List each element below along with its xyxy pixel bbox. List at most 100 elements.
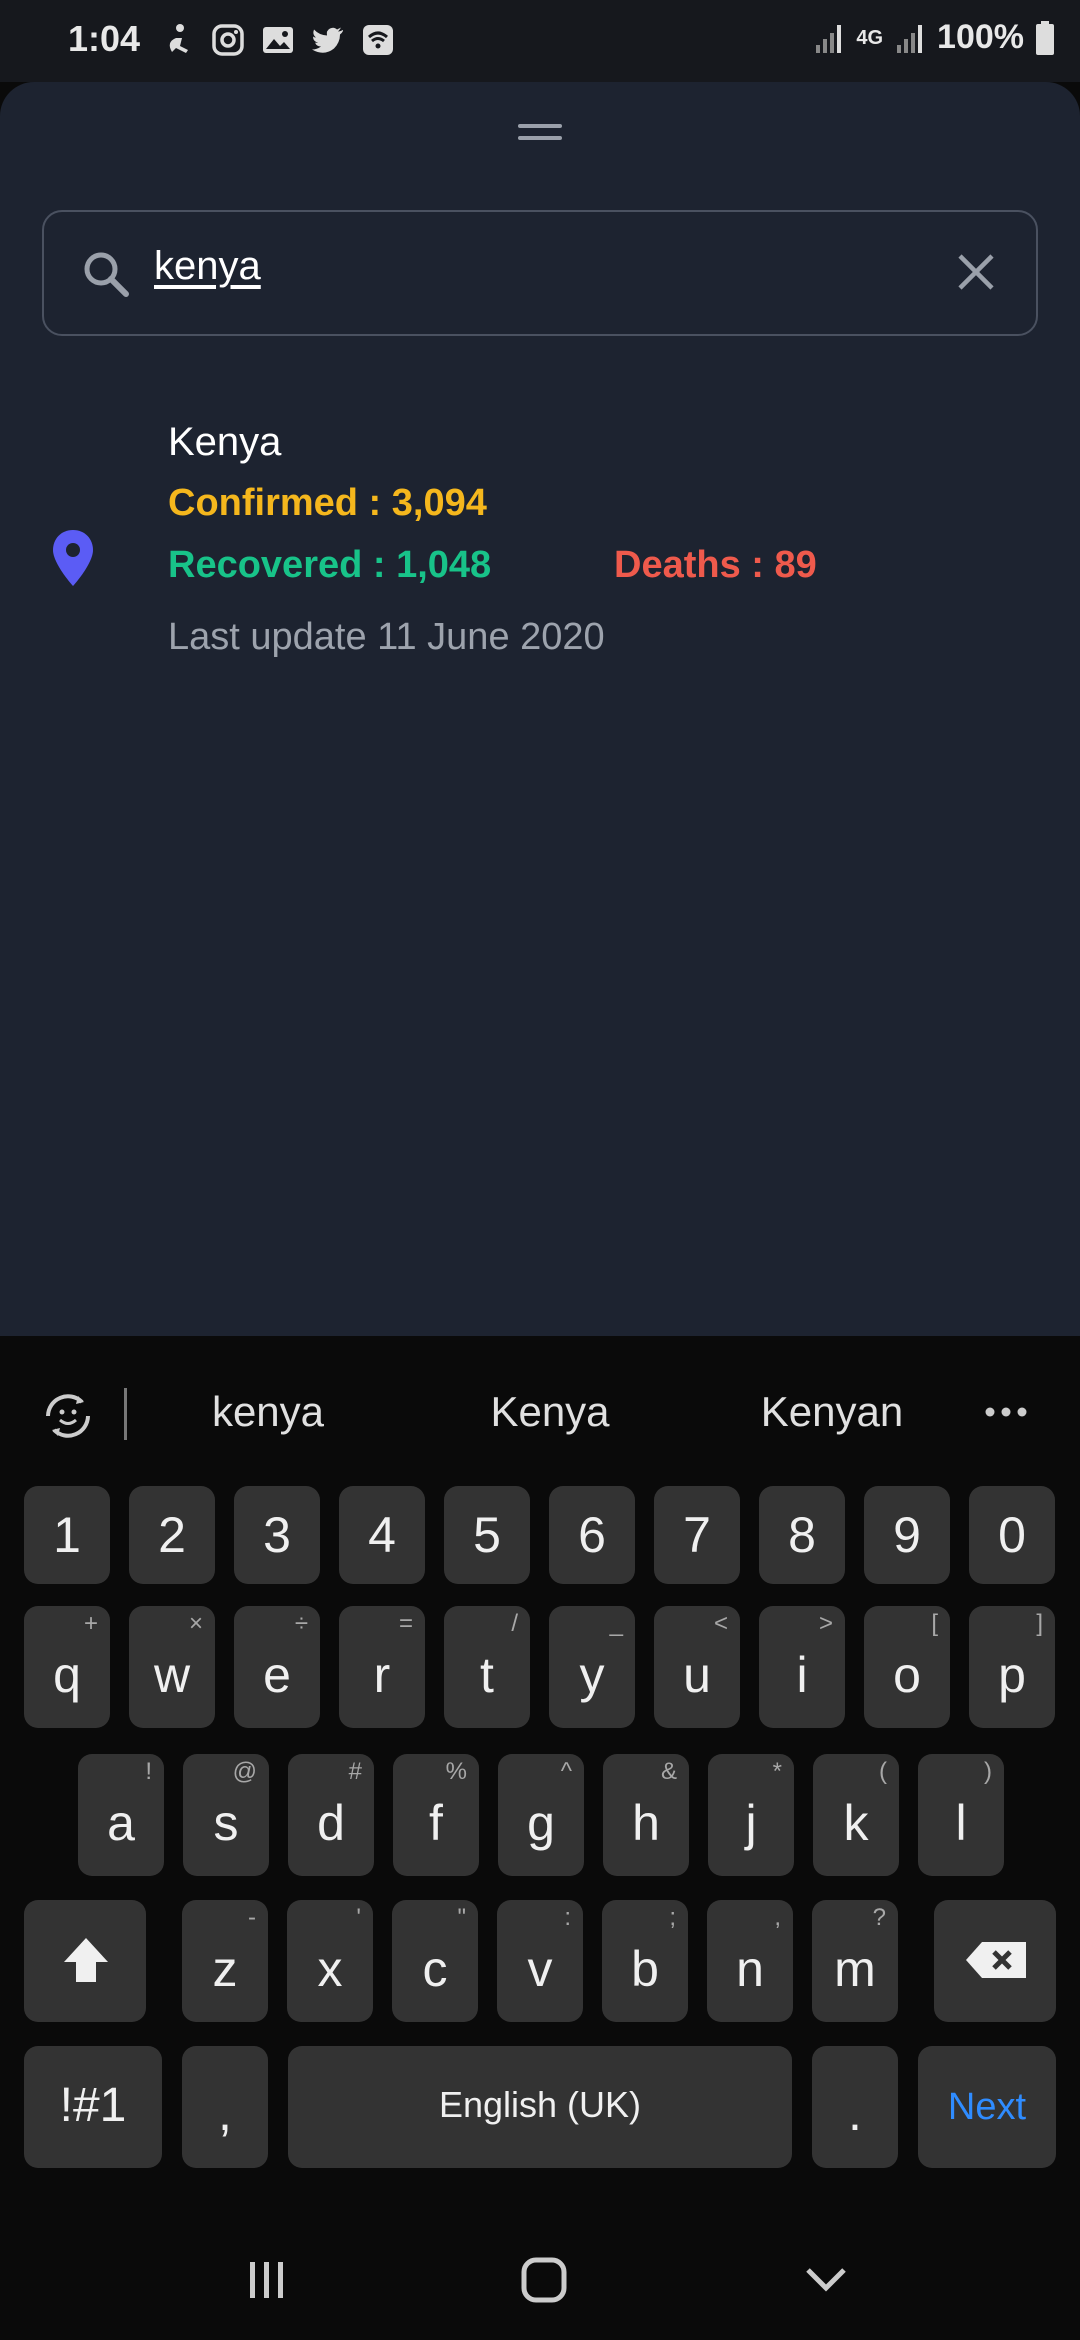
recent-apps-icon[interactable]	[236, 2250, 296, 2310]
key-i[interactable]: i >	[759, 1606, 845, 1728]
key-label: p	[998, 1647, 1026, 1703]
key-hint: ;	[669, 1904, 676, 1931]
key-label: 4	[368, 1507, 396, 1563]
key-label: j	[745, 1795, 757, 1851]
shift-key[interactable]	[24, 1900, 146, 2022]
key-t[interactable]: t /	[444, 1606, 530, 1728]
network-type: 4G	[856, 26, 884, 49]
key-hint: @	[232, 1758, 257, 1785]
key-2[interactable]: 2	[129, 1486, 215, 1584]
key-hint: =	[398, 1610, 413, 1637]
key-label: 5	[473, 1507, 501, 1563]
search-input[interactable]: kenya	[154, 244, 261, 289]
key-label: v	[527, 1941, 553, 1997]
comma-key[interactable]: ,	[182, 2046, 268, 2168]
wifi-box-icon	[363, 25, 393, 55]
search-box[interactable]: kenya	[42, 210, 1038, 336]
key-label: u	[683, 1647, 711, 1703]
key-hint: ÷	[294, 1610, 308, 1637]
key-0[interactable]: 0	[969, 1486, 1055, 1584]
key-label: m	[834, 1941, 876, 1997]
home-icon[interactable]	[514, 2250, 574, 2310]
key-hint: "	[457, 1904, 466, 1931]
close-icon[interactable]	[952, 248, 1000, 296]
key-label: 7	[683, 1507, 711, 1563]
key-y[interactable]: y _	[549, 1606, 635, 1728]
key-8[interactable]: 8	[759, 1486, 845, 1584]
search-sheet: kenya Kenya Confirmed : 3,094 Recovered …	[0, 82, 1080, 1336]
key-s[interactable]: s @	[183, 1754, 269, 1876]
status-right-group: 4G 100%	[812, 18, 1056, 57]
key-label: o	[893, 1647, 921, 1703]
key-m[interactable]: m?	[812, 1900, 898, 2022]
key-p[interactable]: p]	[969, 1606, 1055, 1728]
key-v[interactable]: v:	[497, 1900, 583, 2022]
key-r[interactable]: r =	[339, 1606, 425, 1728]
suggestion-divider	[124, 1388, 127, 1440]
key-k[interactable]: k(	[813, 1754, 899, 1876]
more-options-icon[interactable]	[984, 1406, 1028, 1418]
suggestion-3[interactable]: Kenyan	[712, 1388, 952, 1436]
search-result-item[interactable]: Kenya Confirmed : 3,094 Recovered : 1,04…	[0, 412, 1080, 682]
key-hint: ×	[188, 1610, 203, 1637]
key-hint: [	[931, 1610, 938, 1637]
key-w[interactable]: w ×	[129, 1606, 215, 1728]
period-key[interactable]: .	[812, 2046, 898, 2168]
emoji-refresh-icon[interactable]	[38, 1386, 98, 1446]
key-label: 8	[788, 1507, 816, 1563]
key-a[interactable]: a!	[78, 1754, 164, 1876]
key-x[interactable]: x '	[287, 1900, 373, 2022]
key-b[interactable]: b;	[602, 1900, 688, 2022]
chevron-down-icon[interactable]	[796, 2250, 856, 2310]
space-key[interactable]: English (UK)	[288, 2046, 792, 2168]
symbols-key[interactable]: !#1	[24, 2046, 162, 2168]
key-6[interactable]: 6	[549, 1486, 635, 1584]
key-z[interactable]: z-	[182, 1900, 268, 2022]
key-label: e	[263, 1647, 291, 1703]
key-o[interactable]: o[	[864, 1606, 950, 1728]
key-label: r	[373, 1647, 391, 1703]
key-3[interactable]: 3	[234, 1486, 320, 1584]
key-q[interactable]: q +	[24, 1606, 110, 1728]
key-1[interactable]: 1	[24, 1486, 110, 1584]
deaths-count: Deaths : 89	[614, 544, 817, 586]
key-5[interactable]: 5	[444, 1486, 530, 1584]
key-hint: ?	[872, 1904, 886, 1931]
key-u[interactable]: u <	[654, 1606, 740, 1728]
key-j[interactable]: j *	[708, 1754, 794, 1876]
key-label: h	[632, 1795, 660, 1851]
country-name: Kenya	[168, 420, 282, 464]
suggestion-1[interactable]: kenya	[148, 1388, 388, 1436]
key-h[interactable]: h &	[603, 1754, 689, 1876]
suggestion-2[interactable]: Kenya	[430, 1388, 670, 1436]
key-label: 6	[578, 1507, 606, 1563]
key-hint: ^	[560, 1758, 572, 1785]
key-n[interactable]: n,	[707, 1900, 793, 2022]
status-bar: 1:04 4G 100%	[0, 0, 1080, 82]
key-9[interactable]: 9	[864, 1486, 950, 1584]
key-label: a	[107, 1795, 135, 1851]
key-c[interactable]: c "	[392, 1900, 478, 2022]
shift-icon	[64, 1938, 108, 1982]
recovered-count: Recovered : 1,048	[168, 544, 492, 586]
battery-percent: 100%	[937, 18, 1024, 56]
backspace-key[interactable]	[934, 1900, 1056, 2022]
key-g[interactable]: g ^	[498, 1754, 584, 1876]
key-label: x	[317, 1941, 343, 1997]
key-f[interactable]: f%	[393, 1754, 479, 1876]
signal-icon-2	[897, 24, 923, 53]
next-key[interactable]: Next	[918, 2046, 1056, 2168]
accessibility-icon	[169, 24, 188, 53]
key-7[interactable]: 7	[654, 1486, 740, 1584]
key-label: f	[429, 1795, 443, 1851]
key-e[interactable]: e ÷	[234, 1606, 320, 1728]
key-label: w	[153, 1647, 191, 1703]
key-label: 0	[998, 1507, 1026, 1563]
key-label: 9	[893, 1507, 921, 1563]
key-4[interactable]: 4	[339, 1486, 425, 1584]
key-label: 2	[158, 1507, 186, 1563]
key-d[interactable]: d #	[288, 1754, 374, 1876]
key-l[interactable]: l)	[918, 1754, 1004, 1876]
navigation-bar	[0, 2220, 1080, 2340]
drag-handle[interactable]	[518, 124, 562, 148]
